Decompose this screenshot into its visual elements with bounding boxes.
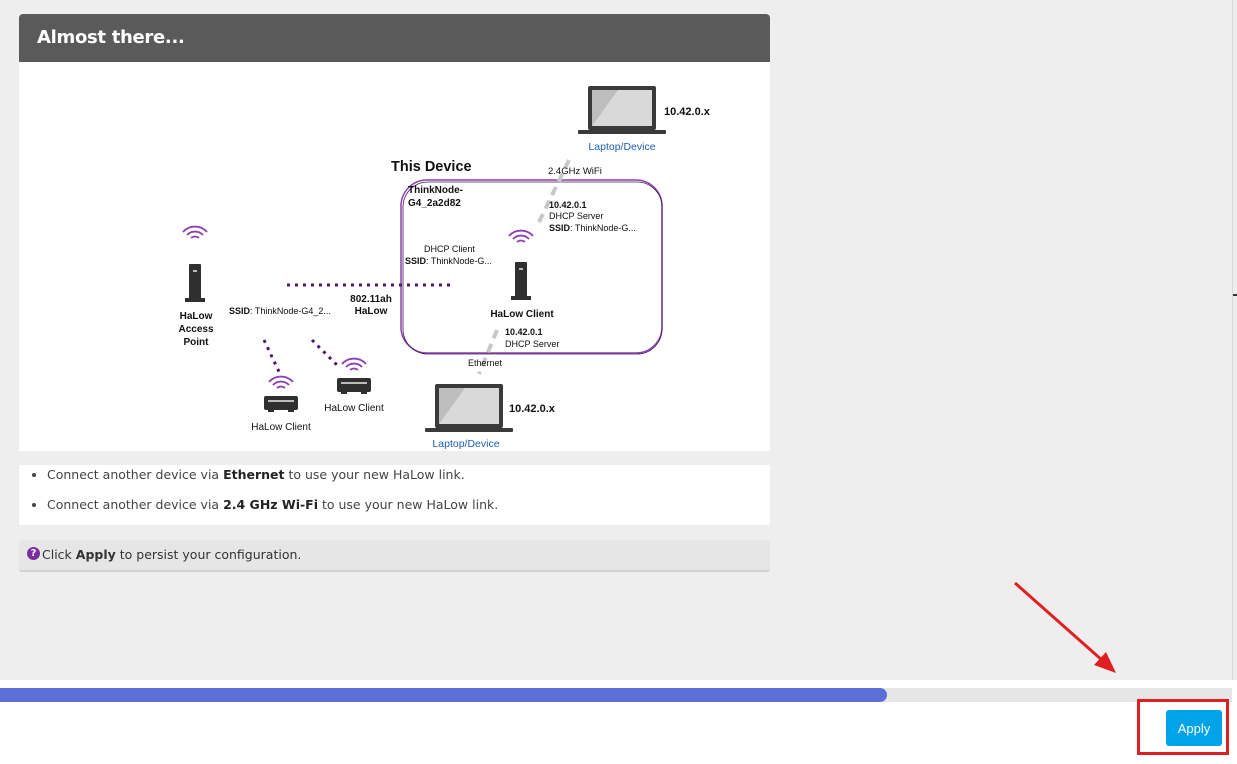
annotation-highlight-box: [1137, 699, 1229, 755]
card-title: Almost there...: [37, 27, 185, 48]
device-name-line2: G4_2a2d82: [408, 198, 461, 209]
progress-fill: [0, 688, 888, 702]
this-device-label: This Device: [391, 159, 472, 175]
hint-text: Click Apply to persist your configuratio…: [42, 547, 302, 562]
dhcp-server-ip-bottom: 10.42.0.1: [505, 327, 543, 337]
diagram-svg: 10.42.0.x Laptop/Device 10.42.0.x Laptop…: [178, 86, 711, 450]
dhcp-client-label: DHCP Client: [424, 244, 475, 254]
wifi-signal-icon: [508, 229, 534, 243]
ap-ssid: SSID: ThinkNode-G4_2...: [229, 306, 331, 316]
halow-client-device-icon: [264, 396, 298, 412]
bottom-laptop-label: Laptop/Device: [432, 438, 499, 450]
laptop-icon: [578, 86, 666, 134]
dhcp-server-top: DHCP Server: [549, 211, 603, 221]
scroll-marker: [1233, 294, 1237, 296]
link-standard: 802.11ah: [350, 294, 392, 305]
right-scroll-edge: [1232, 0, 1233, 690]
halow-client-center: HaLow Client: [490, 309, 554, 320]
card-header: Almost there...: [19, 14, 770, 62]
wifi-signal-icon: [182, 225, 208, 239]
halow-router-icon: [511, 262, 531, 300]
halow-client-left: HaLow Client: [251, 422, 311, 433]
wifi-signal-icon: [341, 357, 367, 371]
network-diagram: 10.42.0.x Laptop/Device 10.42.0.x Laptop…: [19, 62, 770, 451]
next-steps-list: Connect another device via Ethernet to u…: [19, 465, 770, 525]
step-item: Connect another device via Ethernet to u…: [47, 467, 465, 482]
ssid-mid: SSID: ThinkNode-G...: [405, 256, 492, 266]
wizard-progress: [0, 688, 1232, 702]
ssid-top: SSID: ThinkNode-G...: [549, 223, 636, 233]
halow-client-device-icon: [337, 378, 371, 394]
apply-hint: ? Click Apply to persist your configurat…: [19, 540, 770, 572]
ap-label-line3: Point: [184, 337, 210, 348]
wifi-signal-icon: [268, 375, 294, 389]
dhcp-server-ip-top: 10.42.0.1: [549, 200, 587, 210]
access-point-icon: [185, 264, 205, 302]
laptop-icon: [425, 384, 513, 432]
top-laptop-label: Laptop/Device: [588, 141, 655, 153]
ap-label-line1: HaLow: [180, 311, 213, 322]
halow-client-right: HaLow Client: [324, 403, 384, 414]
device-name-line1: ThinkNode-: [408, 185, 463, 196]
link-name: HaLow: [355, 306, 388, 317]
wifi-band-label: 2.4GHz WiFi: [548, 166, 602, 177]
ap-label-line2: Access: [178, 324, 213, 335]
question-circle-icon: ?: [27, 547, 40, 560]
dhcp-server-bottom: DHCP Server: [505, 339, 559, 349]
halow-link-left: [262, 339, 283, 377]
top-laptop-ip: 10.42.0.x: [664, 106, 711, 118]
ethernet-label: Ethernet: [468, 358, 503, 368]
bottom-laptop-ip: 10.42.0.x: [509, 403, 556, 415]
step-item: Connect another device via 2.4 GHz Wi-Fi…: [47, 497, 498, 512]
halow-link-right: [310, 338, 341, 369]
